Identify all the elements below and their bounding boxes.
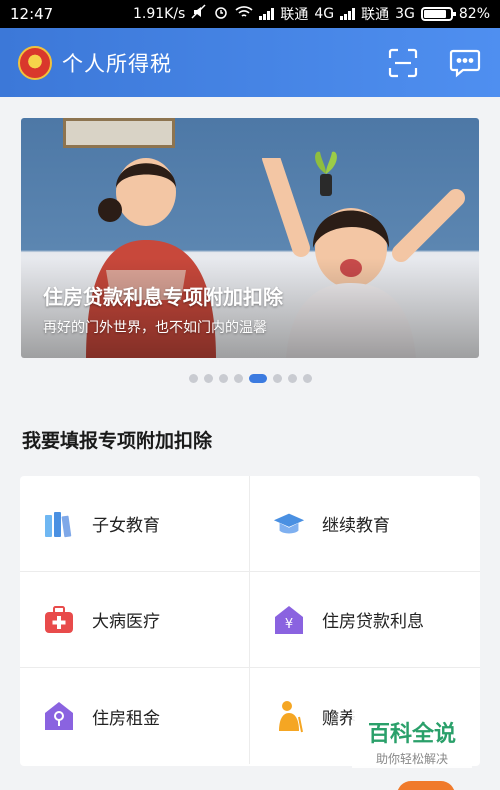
elderly-icon	[272, 699, 306, 733]
carousel-dot[interactable]	[218, 374, 228, 383]
carousel-dot[interactable]	[272, 374, 282, 383]
message-icon[interactable]	[448, 46, 482, 80]
status-time: 12:47	[10, 5, 54, 23]
banner-title: 住房贷款利息专项附加扣除	[43, 285, 283, 309]
carousel-dot[interactable]	[302, 374, 312, 383]
carousel-dot[interactable]	[203, 374, 213, 383]
promo-banner[interactable]: 住房贷款利息专项附加扣除 再好的门外世界，也不如门内的温馨	[21, 118, 479, 358]
carousel-indicator	[0, 374, 500, 383]
network-type-2: 3G	[395, 6, 415, 22]
deduction-item-medical[interactable]: 大病医疗	[20, 572, 250, 668]
network-type-1: 4G	[314, 6, 335, 22]
deduction-item-housing-loan-interest[interactable]: ¥ 住房贷款利息	[250, 572, 480, 668]
books-icon	[42, 507, 76, 541]
battery-level: 82%	[458, 6, 490, 22]
house-key-icon	[42, 699, 76, 733]
national-emblem-icon	[18, 45, 52, 80]
carousel-dot[interactable]	[233, 374, 243, 383]
medical-kit-icon	[42, 603, 76, 637]
signal-icon	[259, 8, 275, 20]
carrier-2: 联通	[361, 7, 390, 23]
carousel-dot[interactable]	[248, 374, 267, 383]
status-bar: 12:47 1.91K/s 联通 4G 联通 3G 82%	[0, 0, 500, 28]
carousel-dot[interactable]	[188, 374, 198, 383]
deduction-item-child-education[interactable]: 子女教育	[20, 476, 250, 572]
carousel-dot[interactable]	[287, 374, 297, 383]
carrier-1: 联通	[280, 7, 309, 23]
scan-icon[interactable]	[386, 46, 420, 80]
graduation-cap-icon	[272, 507, 306, 541]
floating-button-edge[interactable]	[397, 781, 455, 790]
alarm-icon	[213, 4, 229, 24]
battery-icon	[420, 7, 456, 21]
deduction-item-continuing-education[interactable]: 继续教育	[250, 476, 480, 572]
svg-text:¥: ¥	[285, 617, 293, 632]
deduction-item-housing-rent[interactable]: 住房租金	[20, 668, 250, 764]
mute-icon	[191, 4, 207, 24]
section-title: 我要填报专项附加扣除	[22, 430, 213, 452]
app-title: 个人所得税	[62, 51, 172, 76]
banner-subtitle: 再好的门外世界，也不如门内的温馨	[43, 320, 267, 336]
house-yuan-icon: ¥	[272, 603, 306, 637]
signal-icon	[340, 8, 356, 20]
network-speed: 1.91K/s	[132, 6, 186, 22]
watermark: 百科全说 助你轻松解决	[352, 708, 472, 768]
wifi-icon	[235, 5, 253, 23]
app-header: 个人所得税	[0, 28, 500, 97]
